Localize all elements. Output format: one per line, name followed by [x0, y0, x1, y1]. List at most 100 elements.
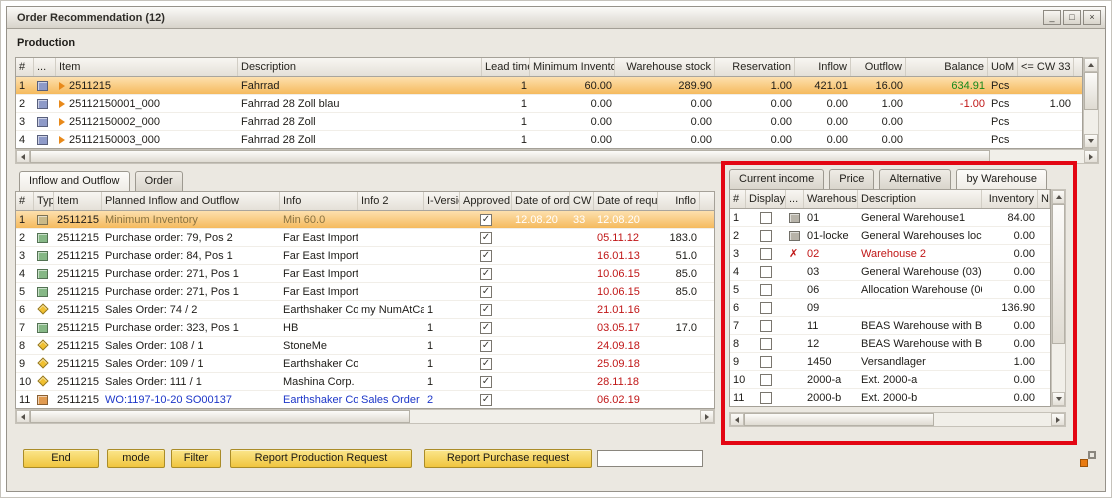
table-row[interactable]: 201-lockeGeneral Warehouses locke0.00 [730, 227, 1050, 245]
column-header-resv[interactable]: Reservation [715, 58, 795, 76]
checkbox[interactable]: ✓ [480, 250, 492, 262]
checkbox[interactable] [760, 338, 772, 350]
column-header-inflo[interactable]: Inflo [658, 192, 700, 210]
column-header-desc[interactable]: Description [238, 58, 482, 76]
column-header-info2[interactable]: Info 2 [358, 192, 424, 210]
column-header-cw[interactable]: CW [570, 192, 594, 210]
table-row[interactable]: 302Warehouse 20.00 [730, 245, 1050, 263]
items-table-vertical-scrollbar[interactable] [1083, 57, 1099, 149]
scroll-left-icon[interactable] [730, 413, 744, 426]
column-header-uom[interactable]: UoM [988, 58, 1018, 76]
column-header-inv[interactable]: Inventory [982, 190, 1038, 208]
column-header-desc[interactable]: Description [858, 190, 982, 208]
table-row[interactable]: 91450Versandlager1.00 [730, 353, 1050, 371]
checkbox[interactable] [760, 302, 772, 314]
tab-inflow-and-outflow[interactable]: Inflow and Outflow [19, 171, 130, 191]
table-row[interactable]: 711BEAS Warehouse with Bin0.00 [730, 317, 1050, 335]
report-purchase-request-button[interactable]: Report Purchase request [424, 449, 592, 468]
table-row[interactable]: 325112150002_000Fahrrad 28 Zoll10.000.00… [16, 113, 1082, 131]
checkbox[interactable]: ✓ [480, 232, 492, 244]
scrollbar-track[interactable] [934, 413, 1051, 426]
column-header-balance[interactable]: Balance [906, 58, 988, 76]
window-titlebar[interactable]: Order Recommendation (12) _ □ × [7, 7, 1105, 29]
scrollbar-thumb[interactable] [30, 410, 410, 423]
table-row[interactable]: 812BEAS Warehouse with Bin0.00 [730, 335, 1050, 353]
table-row[interactable]: 22511215Purchase order: 79, Pos 2Far Eas… [16, 229, 714, 247]
column-header-wh[interactable]: Warehouse [804, 190, 858, 208]
checkbox[interactable] [760, 392, 772, 404]
column-header-n[interactable]: N [1038, 190, 1050, 208]
tab-current-income[interactable]: Current income [729, 169, 824, 189]
close-icon[interactable]: × [1083, 10, 1101, 25]
scrollbar-thumb[interactable] [1084, 72, 1098, 110]
scroll-right-icon[interactable] [700, 410, 714, 423]
column-header-typ[interactable]: Typ [34, 192, 54, 210]
column-header-item[interactable]: Item [56, 58, 238, 76]
checkbox[interactable] [760, 212, 772, 224]
table-row[interactable]: 225112150001_000Fahrrad 28 Zoll blau10.0… [16, 95, 1082, 113]
mode-button[interactable]: mode [107, 449, 165, 468]
column-header-outflow[interactable]: Outflow [851, 58, 906, 76]
scroll-left-icon[interactable] [16, 410, 30, 423]
column-header-icon[interactable]: ... [786, 190, 804, 208]
table-row[interactable]: 112511215WO:1197-10-20 SO00137Earthshake… [16, 391, 714, 409]
scroll-up-icon[interactable] [1084, 58, 1098, 72]
table-row[interactable]: 92511215Sales Order: 109 / 1Earthshaker … [16, 355, 714, 373]
tab-order[interactable]: Order [135, 171, 183, 191]
scrollbar-thumb[interactable] [1052, 204, 1065, 344]
checkbox[interactable]: ✓ [480, 286, 492, 298]
checkbox[interactable]: ✓ [480, 340, 492, 352]
table-row[interactable]: 32511215Purchase order: 84, Pos 1Far Eas… [16, 247, 714, 265]
table-row[interactable]: 403General Warehouse (03)0.00 [730, 263, 1050, 281]
warehouse-table-vertical-scrollbar[interactable] [1051, 189, 1066, 407]
table-row[interactable]: 112000-bExt. 2000-b0.00 [730, 389, 1050, 407]
inflow-outflow-horizontal-scrollbar[interactable] [15, 409, 715, 424]
column-header-item[interactable]: Item [54, 192, 102, 210]
column-header-lead[interactable]: Lead time [482, 58, 530, 76]
tab-alternative[interactable]: Alternative [879, 169, 951, 189]
table-row[interactable]: 42511215Purchase order: 271, Pos 1Far Ea… [16, 265, 714, 283]
scrollbar-track[interactable] [990, 150, 1084, 163]
column-header-dreq[interactable]: Date of requiren [594, 192, 658, 210]
column-header-cw[interactable]: <= CW 33 [1018, 58, 1074, 76]
table-row[interactable]: 101General Warehouse184.00 [730, 209, 1050, 227]
table-row[interactable]: 102511215Sales Order: 111 / 1Mashina Cor… [16, 373, 714, 391]
scrollbar-track[interactable] [410, 410, 700, 423]
checkbox[interactable] [760, 356, 772, 368]
table-row[interactable]: 82511215Sales Order: 108 / 1StoneMe1✓24.… [16, 337, 714, 355]
column-header-num[interactable]: # [730, 190, 746, 208]
scroll-right-icon[interactable] [1084, 150, 1098, 163]
checkbox[interactable] [760, 266, 772, 278]
scrollbar-track[interactable] [1052, 344, 1065, 392]
scroll-down-icon[interactable] [1084, 134, 1098, 148]
checkbox[interactable] [760, 320, 772, 332]
column-header-inflow[interactable]: Inflow [795, 58, 851, 76]
checkbox[interactable]: ✓ [480, 376, 492, 388]
checkbox[interactable]: ✓ [480, 304, 492, 316]
table-row[interactable]: 12511215Minimum InventoryMin 60.0✓12.08.… [16, 211, 714, 229]
column-header-num[interactable]: # [16, 192, 34, 210]
checkbox[interactable] [760, 284, 772, 296]
column-header-iver[interactable]: I-Version [424, 192, 460, 210]
column-header-mininv[interactable]: Minimum Inventory [530, 58, 615, 76]
maximize-icon[interactable]: □ [1063, 10, 1081, 25]
table-row[interactable]: 12511215Fahrrad160.00289.901.00421.0116.… [16, 77, 1082, 95]
warehouse-table-horizontal-scrollbar[interactable] [729, 412, 1066, 427]
tab-by-warehouse[interactable]: by Warehouse [956, 169, 1047, 189]
scroll-down-icon[interactable] [1052, 392, 1065, 406]
column-header-num[interactable]: # [16, 58, 34, 76]
column-header-display[interactable]: Display [746, 190, 786, 208]
column-header-info[interactable]: Info [280, 192, 358, 210]
scrollbar-thumb[interactable] [744, 413, 934, 426]
scrollbar-thumb[interactable] [30, 150, 990, 163]
report-production-request-button[interactable]: Report Production Request [230, 449, 412, 468]
column-header-appr[interactable]: Approved [460, 192, 512, 210]
table-row[interactable]: 62511215Sales Order: 74 / 2Earthshaker C… [16, 301, 714, 319]
checkbox[interactable]: ✓ [480, 268, 492, 280]
checkbox[interactable]: ✓ [480, 214, 492, 226]
minimize-icon[interactable]: _ [1043, 10, 1061, 25]
checkbox[interactable]: ✓ [480, 358, 492, 370]
checkbox[interactable]: ✓ [480, 322, 492, 334]
column-header-icon[interactable]: ... [34, 58, 56, 76]
scroll-left-icon[interactable] [16, 150, 30, 163]
